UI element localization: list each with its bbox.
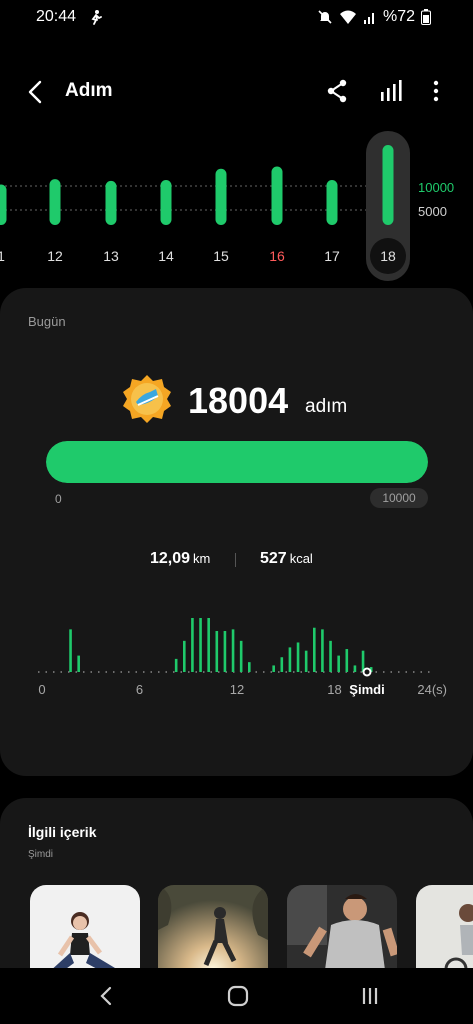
nav-recent-apps-icon[interactable] [356, 982, 384, 1010]
week-bar-17[interactable] [326, 180, 338, 225]
battery-icon [421, 9, 431, 25]
hourly-bar [272, 665, 275, 672]
running-icon [91, 10, 102, 25]
back-arrow-icon[interactable] [20, 76, 52, 108]
week-day-label: 1 [0, 248, 5, 264]
calories-value: 527 [260, 550, 287, 567]
hourly-bar [223, 631, 227, 672]
today-label: Bugün [28, 314, 66, 329]
hourly-bar [231, 629, 235, 672]
hourly-bar [239, 640, 243, 672]
page-title: Adım [65, 80, 113, 101]
nav-back-icon[interactable] [92, 982, 120, 1010]
distance-stat: 12,09 km [150, 550, 210, 568]
now-marker [362, 667, 372, 677]
week-bar-13[interactable] [105, 180, 117, 225]
week-chart[interactable]: 10000 5000 1 12 13 14 15 16 17 18 [0, 125, 473, 285]
hourly-tick-label: 24(s) [417, 682, 447, 697]
week-bar-1[interactable] [0, 184, 7, 226]
trends-icon[interactable] [376, 76, 406, 106]
week-bar-18[interactable] [382, 145, 394, 225]
week-bar-16[interactable] [271, 166, 283, 226]
week-bar-12[interactable] [49, 179, 61, 225]
calories-unit: kcal [289, 551, 313, 566]
progress-min-label: 0 [55, 492, 62, 506]
share-icon[interactable] [322, 76, 352, 106]
week-bar-15[interactable] [215, 168, 227, 225]
week-day-label: 15 [213, 248, 229, 264]
today-card: Bugün 18004 adım 0 10000 12,09 km 527 kcal… [0, 288, 473, 776]
week-strip[interactable]: 10000 5000 1 12 13 14 15 16 17 18 [0, 125, 473, 285]
hourly-bar [215, 631, 219, 672]
hourly-bar [207, 618, 210, 672]
wifi-icon [339, 10, 356, 24]
week-day-label: 18 [380, 248, 396, 264]
hourly-bar [77, 655, 80, 672]
signal-icon [363, 13, 374, 24]
hourly-bar [304, 650, 308, 672]
goal-progress-fill [46, 441, 428, 483]
steps-count: 18004 [188, 380, 289, 421]
hourly-tick-label: Şimdi [349, 682, 384, 697]
app-bar: Adım [0, 70, 473, 114]
hourly-bar [174, 658, 178, 672]
goal-medal-icon [123, 375, 171, 423]
week-bar-14[interactable] [160, 180, 172, 225]
hourly-bar [313, 627, 316, 672]
related-title: İlgili içerik [28, 824, 97, 840]
steps-unit: adım [305, 396, 348, 417]
hourly-bar [280, 657, 284, 672]
distance-unit: km [193, 551, 211, 566]
hourly-bar [337, 655, 340, 672]
hourly-bar [345, 649, 349, 672]
hourly-bar [296, 642, 300, 672]
hourly-tick-label: 18 [327, 682, 341, 697]
hourly-bar [183, 640, 186, 672]
stat-divider [235, 553, 236, 567]
hourly-bar [191, 618, 194, 672]
hourly-bar [248, 662, 251, 672]
scale-low-label: 5000 [418, 204, 447, 219]
status-bar: 20:44 %72 [0, 0, 473, 36]
mute-icon [318, 10, 332, 24]
distance-value: 12,09 [150, 550, 191, 567]
nav-home-icon[interactable] [224, 982, 252, 1010]
week-day-label: 13 [103, 248, 119, 264]
related-subtitle: Şimdi [28, 849, 54, 860]
week-day-label: 17 [324, 248, 340, 264]
battery-percent: %72 [382, 8, 415, 25]
hourly-bar [321, 629, 324, 672]
week-day-label: 16 [269, 248, 285, 264]
progress-goal-badge: 10000 [370, 488, 428, 508]
hourly-bar [69, 629, 72, 672]
hourly-bar [288, 647, 292, 672]
scale-high-label: 10000 [418, 180, 454, 195]
status-icons: %72 [317, 8, 431, 26]
hourly-bar [199, 618, 202, 672]
hourly-bar [353, 665, 357, 672]
hourly-tick-label: 6 [136, 682, 143, 697]
hourly-tick-label: 12 [230, 682, 244, 697]
hourly-bar [329, 640, 332, 672]
more-options-icon[interactable] [424, 76, 448, 106]
week-day-label: 12 [47, 248, 63, 264]
calories-stat: 527 kcal [260, 550, 313, 568]
system-nav-bar [0, 968, 473, 1024]
week-day-label: 14 [158, 248, 174, 264]
status-time: 20:44 [36, 8, 77, 25]
hourly-steps-chart[interactable]: 0 6 12 18 Şimdi 24(s) [0, 618, 473, 738]
hourly-tick-label: 0 [38, 682, 45, 697]
goal-progress-bar [46, 441, 428, 483]
